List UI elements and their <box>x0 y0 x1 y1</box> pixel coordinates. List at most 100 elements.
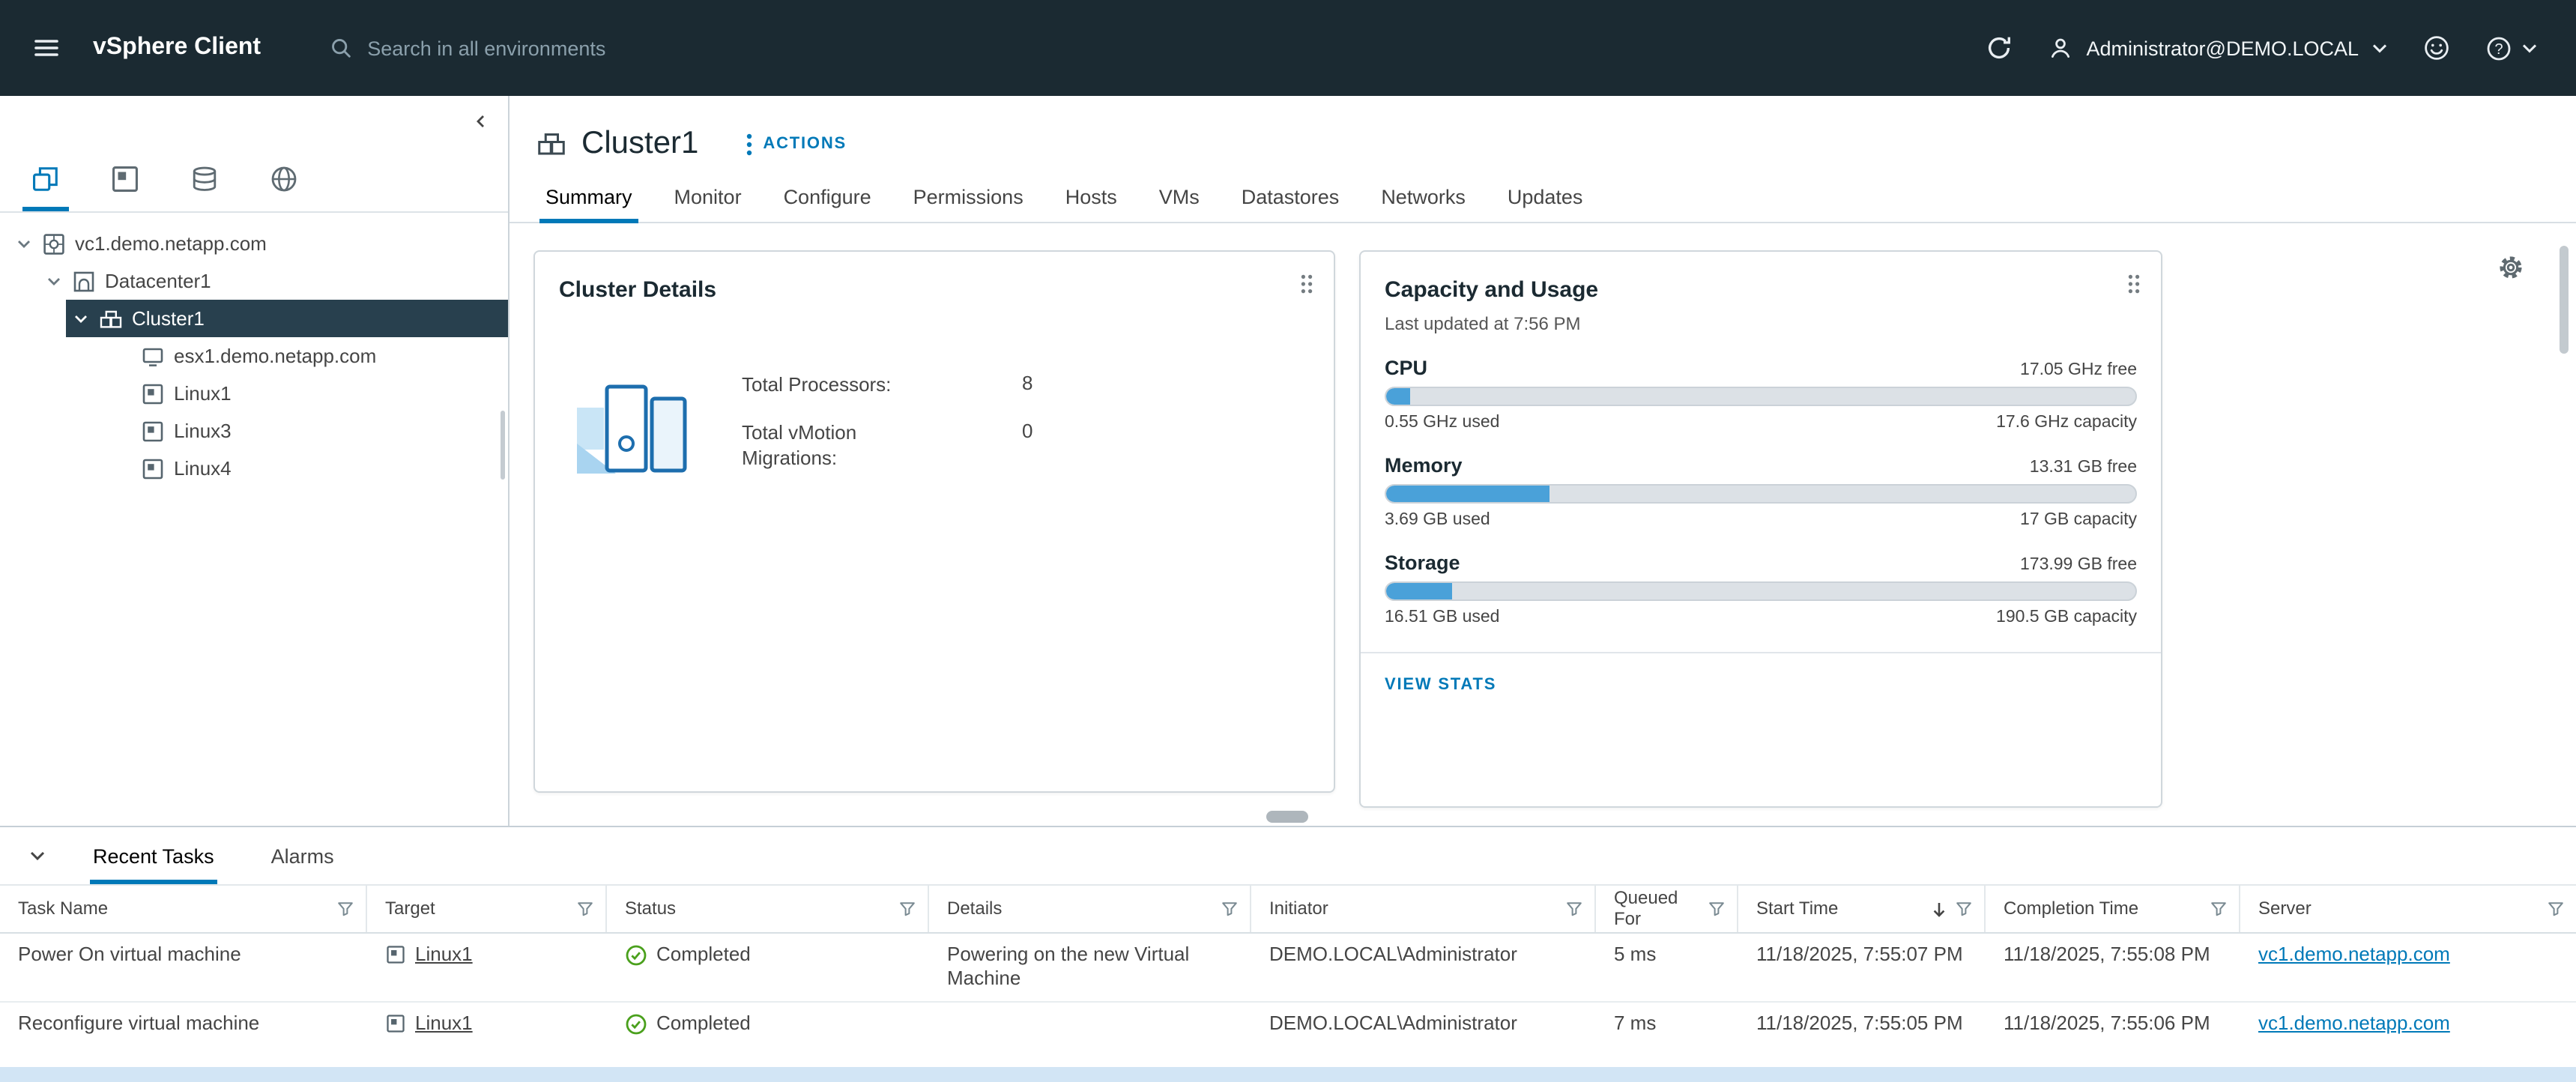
feedback-smiley-icon <box>2423 34 2450 61</box>
tab-alarms[interactable]: Alarms <box>250 827 355 884</box>
tab-recent-tasks[interactable]: Recent Tasks <box>72 827 235 884</box>
sidebar-scrollbar-thumb[interactable] <box>501 411 505 480</box>
vm-icon <box>385 1012 406 1033</box>
tab-networks[interactable]: Networks <box>1360 171 1487 222</box>
tree-item-label: Linux4 <box>174 457 232 480</box>
initiator-cell: DEMO.LOCAL\Administrator <box>1251 1002 1596 1066</box>
drag-handle-icon[interactable] <box>1299 273 1314 303</box>
tree-item-datacenter[interactable]: Datacenter1 <box>0 262 508 300</box>
cpu-progress-bar <box>1385 387 2137 406</box>
storage-meter: Storage 173.99 GB free 16.51 GB used 190… <box>1385 551 2137 626</box>
filter-icon[interactable] <box>577 901 593 917</box>
tree-item-vm-linux3[interactable]: Linux3 <box>0 412 508 450</box>
target-link[interactable]: Linux1 <box>415 943 473 967</box>
column-header-status[interactable]: Status <box>607 886 929 932</box>
menu-icon[interactable] <box>24 25 69 70</box>
completion-time-cell: 11/18/2025, 7:55:06 PM <box>1986 1002 2240 1066</box>
tree-item-vm-linux1[interactable]: Linux1 <box>0 375 508 412</box>
tab-datastores[interactable]: Datastores <box>1221 171 1361 222</box>
task-name-cell: Power On virtual machine <box>0 934 367 1000</box>
search-input[interactable] <box>367 37 974 59</box>
actions-button[interactable]: ACTIONS <box>746 133 847 155</box>
server-link[interactable]: vc1.demo.netapp.com <box>2258 1011 2450 1036</box>
collapse-tasks-panel-button[interactable] <box>18 836 57 875</box>
storage-label: Storage <box>1385 551 1460 574</box>
filter-icon[interactable] <box>1956 901 1972 917</box>
memory-label: Memory <box>1385 454 1463 477</box>
card-title: Cluster Details <box>559 277 1310 303</box>
cpu-meter: CPU 17.05 GHz free 0.55 GHz used 17.6 GH… <box>1385 357 2137 432</box>
datacenter-icon <box>70 268 96 294</box>
target-link[interactable]: Linux1 <box>415 1011 473 1036</box>
memory-progress-fill <box>1386 486 1549 502</box>
vm-icon <box>385 944 406 965</box>
cluster-icon <box>536 129 566 159</box>
tab-vms[interactable]: VMs <box>1138 171 1221 222</box>
column-header-task-name[interactable]: Task Name <box>0 886 367 932</box>
tab-summary[interactable]: Summary <box>524 171 653 222</box>
help-menu[interactable]: ? <box>2486 35 2537 61</box>
tab-updates[interactable]: Updates <box>1487 171 1604 222</box>
networking-tab[interactable] <box>244 147 324 211</box>
tab-configure[interactable]: Configure <box>763 171 892 222</box>
server-link[interactable]: vc1.demo.netapp.com <box>2258 943 2450 967</box>
user-menu[interactable]: Administrator@DEMO.LOCAL <box>2049 36 2388 60</box>
column-header-target[interactable]: Target <box>367 886 607 932</box>
tab-permissions[interactable]: Permissions <box>892 171 1044 222</box>
main-scrollbar-thumb[interactable] <box>2560 246 2569 354</box>
filter-icon[interactable] <box>2548 901 2564 917</box>
expand-caret-icon[interactable] <box>12 232 36 256</box>
task-row[interactable]: Power On virtual machine Linux1 Complete… <box>0 934 2576 1002</box>
cpu-progress-fill <box>1386 388 1409 405</box>
filter-icon[interactable] <box>899 901 916 917</box>
refresh-button[interactable] <box>1986 34 2013 61</box>
tab-hosts[interactable]: Hosts <box>1044 171 1138 222</box>
view-stats-link[interactable]: VIEW STATS <box>1385 676 1496 694</box>
column-header-details[interactable]: Details <box>929 886 1251 932</box>
status-text: Completed <box>656 1011 751 1036</box>
column-header-completion-time[interactable]: Completion Time <box>1986 886 2240 932</box>
collapse-sidebar-button[interactable] <box>472 112 490 130</box>
hosts-and-clusters-tab[interactable] <box>6 147 85 211</box>
tree-item-cluster[interactable]: Cluster1 <box>66 300 508 337</box>
memory-used-text: 3.69 GB used <box>1385 511 1490 529</box>
server-cell: vc1.demo.netapp.com <box>2240 934 2576 1000</box>
column-header-initiator[interactable]: Initiator <box>1251 886 1596 932</box>
column-header-start-time[interactable]: Start Time <box>1738 886 1986 932</box>
filter-icon[interactable] <box>337 901 354 917</box>
chevron-down-icon <box>2522 43 2537 53</box>
chevron-down-icon <box>2372 43 2387 53</box>
start-time-cell: 11/18/2025, 7:55:05 PM <box>1738 1002 1986 1066</box>
feedback-button[interactable] <box>2423 34 2450 61</box>
tab-monitor[interactable]: Monitor <box>653 171 763 222</box>
host-icon <box>139 343 165 369</box>
filter-icon[interactable] <box>2210 901 2227 917</box>
tree-item-label: Cluster1 <box>132 307 205 330</box>
expand-caret-icon[interactable] <box>42 269 66 293</box>
filter-icon[interactable] <box>1221 901 1238 917</box>
networking-icon <box>270 165 298 193</box>
sort-descending-icon[interactable] <box>1930 900 1948 918</box>
capacity-usage-card: Capacity and Usage Last updated at 7:56 … <box>1359 250 2162 808</box>
tree-item-vcenter[interactable]: vc1.demo.netapp.com <box>0 225 508 262</box>
tree-item-vm-linux4[interactable]: Linux4 <box>0 450 508 487</box>
storage-tab[interactable] <box>165 147 244 211</box>
card-divider <box>1361 652 2161 653</box>
drag-handle-icon[interactable] <box>2126 273 2141 303</box>
settings-gear-button[interactable] <box>2497 253 2525 286</box>
app-title: vSphere Client <box>93 34 261 61</box>
start-time-cell: 11/18/2025, 7:55:07 PM <box>1738 934 1986 1000</box>
task-row[interactable]: Reconfigure virtual machine Linux1 Compl… <box>0 1002 2576 1068</box>
tree-item-host[interactable]: esx1.demo.netapp.com <box>0 337 508 375</box>
chevron-left-icon <box>472 112 490 130</box>
filter-icon[interactable] <box>1708 901 1725 917</box>
expand-caret-icon[interactable] <box>69 306 93 330</box>
chevron-down-icon <box>27 845 48 866</box>
column-header-server[interactable]: Server <box>2240 886 2576 932</box>
panel-resize-handle[interactable] <box>1266 811 1308 823</box>
tree-item-label: esx1.demo.netapp.com <box>174 345 376 367</box>
filter-icon[interactable] <box>1566 901 1582 917</box>
vms-and-templates-tab[interactable] <box>85 147 165 211</box>
column-header-queued-for[interactable]: Queued For <box>1596 886 1738 932</box>
target-cell: Linux1 <box>367 934 607 1000</box>
